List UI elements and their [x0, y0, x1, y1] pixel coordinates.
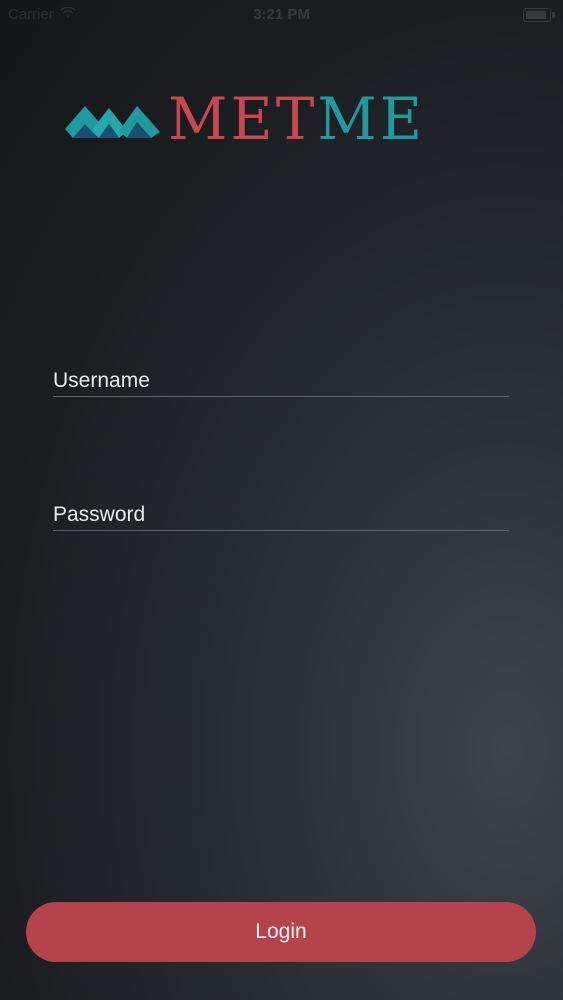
username-input[interactable]: [53, 369, 509, 393]
password-input[interactable]: [53, 503, 509, 527]
status-time: 3:21 PM: [253, 6, 310, 23]
logo-mark-icon: [65, 106, 160, 138]
battery-fill: [526, 11, 546, 19]
password-field-container: [53, 503, 509, 531]
logo-text: METME: [168, 90, 425, 148]
logo-text-me: ME: [317, 85, 426, 153]
status-bar: Carrier 3:21 PM: [0, 0, 563, 30]
login-button[interactable]: Login: [26, 902, 536, 962]
app-logo: METME: [65, 90, 425, 148]
logo-text-met: MET: [168, 85, 318, 153]
username-field-container: [53, 369, 509, 397]
battery-icon: [523, 8, 555, 22]
